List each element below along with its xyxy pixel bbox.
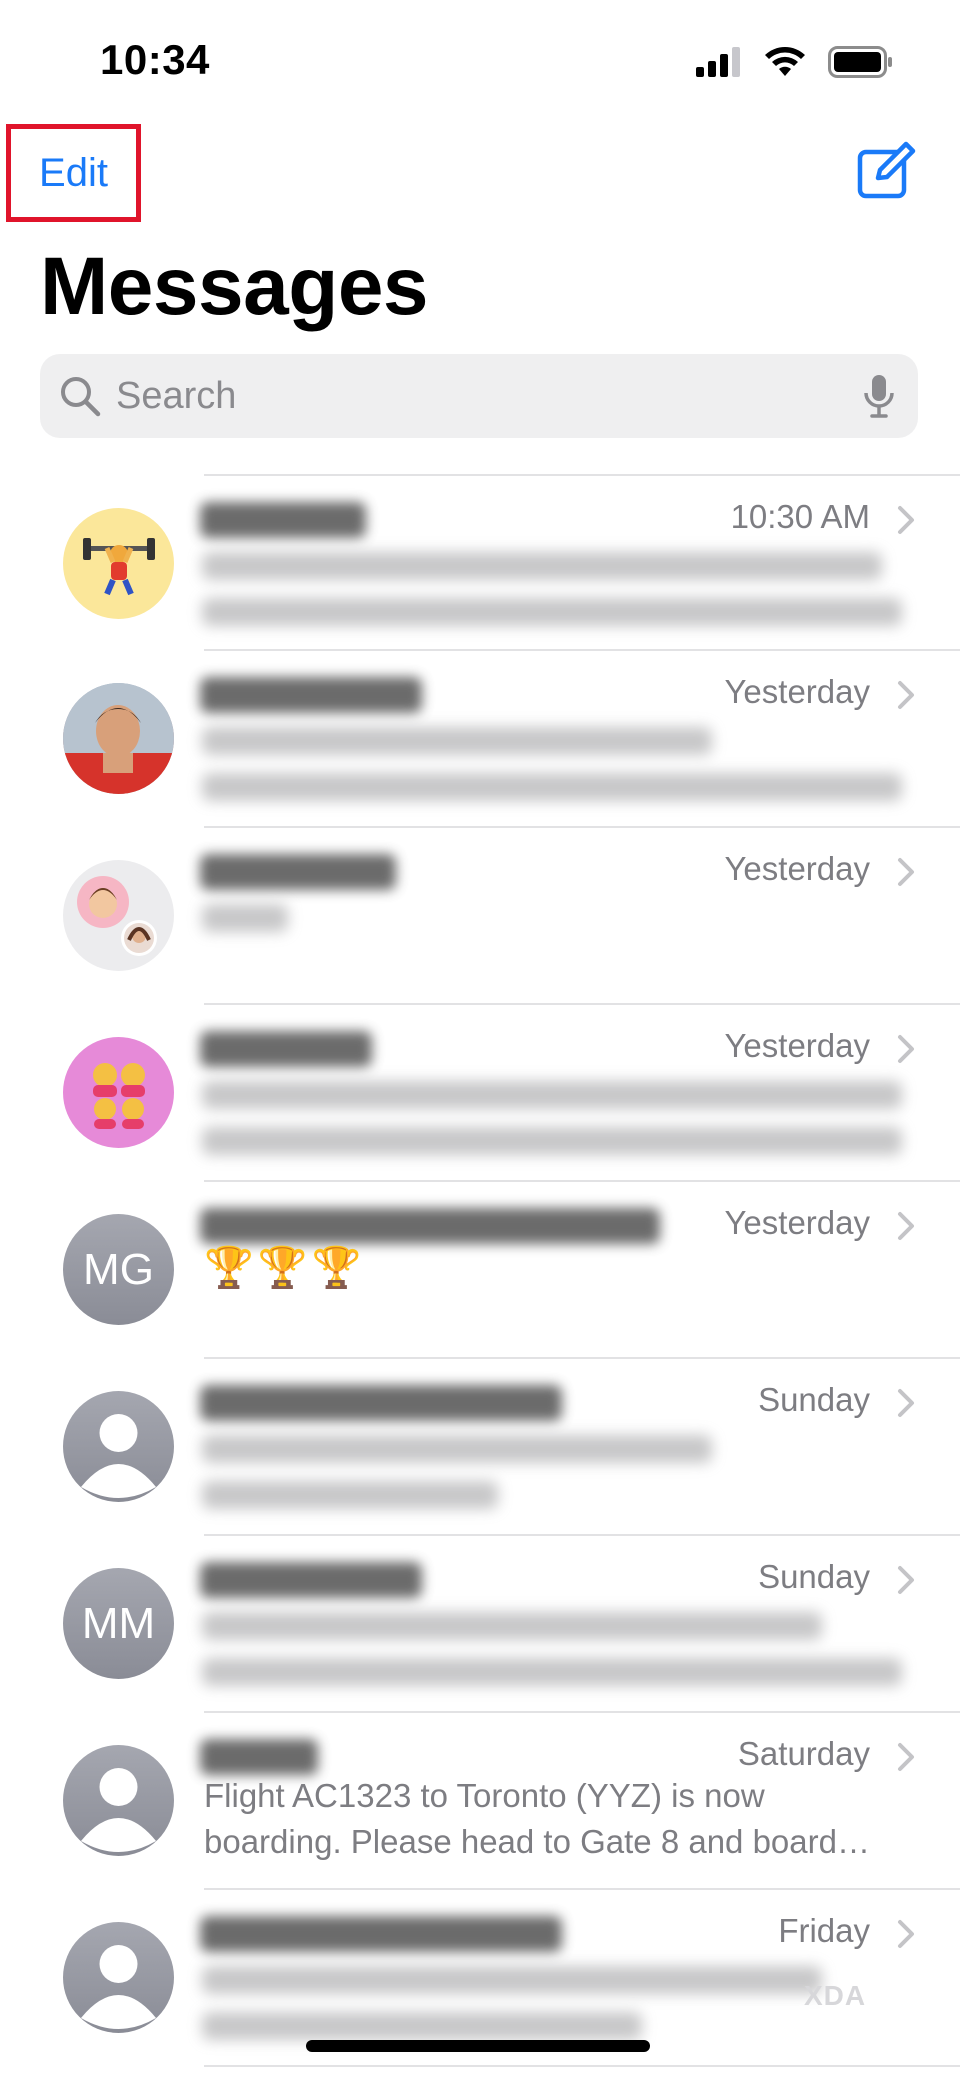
chevron-right-icon [898,681,914,709]
message-preview-line: Flight AC1323 to Toronto (YYZ) is now [204,1777,765,1814]
compose-icon[interactable] [856,140,918,202]
preview-line-redacted [202,904,288,932]
conversation-row[interactable]: MG Yesterday 🏆🏆🏆 [0,1182,960,1357]
conversation-time: Yesterday [724,1204,870,1241]
conversation-row[interactable]: Sunday [0,1359,960,1534]
row-divider [204,2065,960,2067]
avatar-weightlifter-emoji [63,508,174,619]
chevron-right-icon [898,1389,914,1417]
preview-line-redacted [202,727,712,755]
preview-line-redacted [202,1658,902,1686]
conversation-time: Yesterday [724,1027,870,1064]
avatar-initials: MM [63,1568,174,1679]
conversation-name-redacted [200,1208,660,1244]
conversation-name-redacted [200,502,366,538]
preview-line-redacted [202,2012,642,2040]
conversation-name-redacted [200,1916,562,1952]
chevron-right-icon [898,1212,914,1240]
conversation-name-redacted [200,1031,372,1067]
family-emoji-icon [92,1062,145,1129]
conversation-row[interactable]: Yesterday [0,828,960,1003]
conversation-time: Saturday [737,1735,870,1772]
wifi-icon [765,47,805,76]
conversation-row[interactable]: 10:30 AM [0,476,960,651]
status-icons [696,46,894,78]
search-input[interactable] [116,374,862,418]
trophy-emojis: 🏆🏆🏆 [204,1246,366,1290]
preview-line-redacted [202,552,882,580]
conversation-row[interactable]: MM Sunday [0,1536,960,1711]
chevron-right-icon [898,1743,914,1771]
chevron-right-icon [898,858,914,886]
preview-line-redacted [202,1966,822,1994]
group-memoji-icon [77,876,157,956]
preview-line-redacted [202,1481,498,1509]
avatar-photo [63,683,174,794]
preview-line-redacted [202,1127,902,1155]
preview-line-redacted [202,1435,712,1463]
chevron-right-icon [898,1035,914,1063]
microphone-icon[interactable] [862,373,896,419]
conversation-name-redacted [200,1385,562,1421]
conversation-time: Sunday [758,1381,870,1418]
home-indicator[interactable] [306,2040,650,2052]
conversation-name-redacted [200,1739,318,1775]
conversation-name-redacted [200,1562,422,1598]
status-time: 10:34 [100,36,210,83]
chevron-right-icon [898,1920,914,1948]
weightlifter-emoji-icon [82,537,155,595]
conversation-time: 10:30 AM [730,498,870,535]
cellular-signal-icon [696,47,740,77]
avatar-generic [63,1745,174,1856]
avatar-initials: MG [63,1214,174,1325]
conversation-row[interactable]: Saturday Flight AC1323 to Toronto (YYZ) … [0,1713,960,1888]
person-icon [81,1768,156,1852]
avatar-group [63,860,174,971]
conversation-row[interactable]: Friday [0,1890,960,2065]
conversation-name-redacted [200,677,422,713]
person-photo-icon [63,683,174,794]
xda-watermark: XDA [804,1980,867,2011]
avatar-family-emoji [63,1037,174,1148]
conversation-row[interactable]: Yesterday [0,1005,960,1180]
preview-line-redacted [202,1612,822,1640]
conversation-time: Friday [778,1912,870,1949]
person-icon [81,1414,156,1498]
chevron-right-icon [898,1566,914,1594]
preview-line-redacted [202,1081,902,1109]
edit-highlight: Edit [6,124,141,222]
person-icon [81,1945,156,2029]
conversation-time: Yesterday [724,850,870,887]
battery-icon [828,46,892,78]
status-bar: 10:34 [0,0,960,120]
avatar-generic [63,1922,174,2033]
search-bar[interactable] [40,354,918,438]
edit-button[interactable]: Edit [39,151,108,196]
conversation-time: Sunday [758,1558,870,1595]
conversation-name-redacted [200,854,396,890]
page-title: Messages [40,241,429,332]
message-preview-line: boarding. Please head to Gate 8 and boar… [204,1823,870,1860]
conversation-time: Yesterday [724,673,870,710]
conversation-row[interactable]: Yesterday [0,651,960,826]
preview-line-redacted [202,773,902,801]
search-icon [61,377,101,417]
chevron-right-icon [898,506,914,534]
avatar-generic [63,1391,174,1502]
preview-line-redacted [202,598,902,626]
